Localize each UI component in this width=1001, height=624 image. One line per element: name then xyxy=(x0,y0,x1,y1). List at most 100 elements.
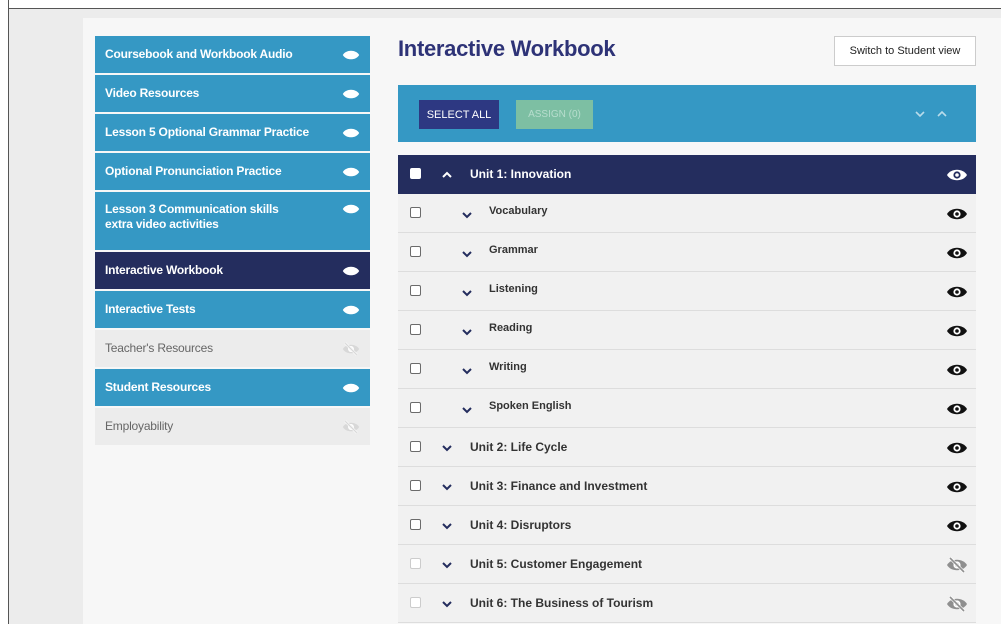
row-label: Grammar xyxy=(489,244,538,256)
row-checkbox[interactable] xyxy=(410,246,421,257)
eye-off-icon[interactable] xyxy=(342,341,360,356)
eye-icon[interactable] xyxy=(946,245,968,261)
expand-all-chevron-up-icon[interactable] xyxy=(935,107,949,121)
eye-icon[interactable] xyxy=(946,440,968,456)
sidebar-item-label: Teacher's Resources xyxy=(105,341,213,355)
window-left-edge xyxy=(0,0,9,624)
row-checkbox[interactable] xyxy=(410,519,421,530)
sidebar-item-label: Video Resources xyxy=(105,86,200,100)
row-checkbox[interactable] xyxy=(410,207,421,218)
row-label: Listening xyxy=(489,283,538,295)
eye-icon[interactable] xyxy=(946,401,968,417)
eye-icon[interactable] xyxy=(342,126,360,140)
unit-row[interactable]: Unit 6: The Business of Tourism xyxy=(398,584,976,623)
window-top-edge xyxy=(0,0,1001,9)
sidebar-item-label: Lesson 5 Optional Grammar Practice xyxy=(105,125,309,139)
row-checkbox[interactable] xyxy=(410,480,421,491)
row-checkbox[interactable] xyxy=(410,402,421,413)
chevron-down-icon[interactable] xyxy=(460,325,474,339)
sidebar-item[interactable]: Interactive Tests xyxy=(95,291,370,328)
sidebar-item[interactable]: Video Resources xyxy=(95,75,370,112)
sidebar-item[interactable]: Optional Pronunciation Practice xyxy=(95,153,370,190)
row-label: Spoken English xyxy=(489,400,572,412)
eye-off-icon[interactable] xyxy=(946,595,968,613)
chevron-down-icon[interactable] xyxy=(460,247,474,261)
sidebar-item[interactable]: Coursebook and Workbook Audio xyxy=(95,36,370,73)
row-checkbox[interactable] xyxy=(410,441,421,452)
row-label: Reading xyxy=(489,322,533,334)
eye-icon[interactable] xyxy=(946,518,968,534)
section-row[interactable]: Spoken English xyxy=(398,389,976,428)
unit-header-row[interactable]: Unit 1: Innovation xyxy=(398,155,976,194)
eye-icon[interactable] xyxy=(342,87,360,101)
row-checkbox[interactable] xyxy=(410,285,421,296)
eye-icon[interactable] xyxy=(342,48,360,62)
eye-icon[interactable] xyxy=(946,362,968,378)
eye-icon[interactable] xyxy=(342,381,360,395)
row-label: Unit 2: Life Cycle xyxy=(470,440,568,454)
switch-to-student-view-button[interactable]: Switch to Student view xyxy=(834,36,976,66)
unit-row[interactable]: Unit 5: Customer Engagement xyxy=(398,545,976,584)
chevron-down-icon[interactable] xyxy=(440,558,454,572)
section-row[interactable]: Listening xyxy=(398,272,976,311)
row-checkbox[interactable] xyxy=(410,324,421,335)
row-label: Unit 6: The Business of Tourism xyxy=(470,596,654,610)
row-label: Unit 5: Customer Engagement xyxy=(470,557,643,571)
sidebar-item-label: Interactive Tests xyxy=(105,302,196,316)
chevron-down-icon[interactable] xyxy=(460,208,474,222)
unit-row[interactable]: Unit 3: Finance and Investment xyxy=(398,467,976,506)
chevron-down-icon[interactable] xyxy=(460,364,474,378)
sidebar-item-label: Interactive Workbook xyxy=(105,263,223,277)
row-label: Writing xyxy=(489,361,527,373)
eye-icon[interactable] xyxy=(946,284,968,300)
section-row[interactable]: Writing xyxy=(398,350,976,389)
chevron-down-icon[interactable] xyxy=(440,441,454,455)
eye-icon[interactable] xyxy=(342,165,360,179)
sidebar-item[interactable]: Student Resources xyxy=(95,369,370,406)
row-checkbox[interactable] xyxy=(410,558,421,569)
chevron-down-icon[interactable] xyxy=(460,403,474,417)
row-checkbox[interactable] xyxy=(410,597,421,608)
unit-row[interactable]: Unit 2: Life Cycle xyxy=(398,428,976,467)
chevron-up-icon[interactable] xyxy=(440,168,454,182)
sidebar-item[interactable]: Employability xyxy=(95,408,370,445)
collapse-all-chevron-down-icon[interactable] xyxy=(913,107,927,121)
row-label: Unit 1: Innovation xyxy=(470,167,572,181)
chevron-down-icon[interactable] xyxy=(440,519,454,533)
section-row[interactable]: Grammar xyxy=(398,233,976,272)
row-label: Vocabulary xyxy=(489,205,548,217)
section-row[interactable]: Reading xyxy=(398,311,976,350)
row-checkbox[interactable] xyxy=(410,168,421,179)
sidebar: Coursebook and Workbook Audio Video Resou… xyxy=(95,36,370,447)
row-label: Unit 4: Disruptors xyxy=(470,518,572,532)
sidebar-item-label: Coursebook and Workbook Audio xyxy=(105,47,293,61)
sidebar-item-label: Optional Pronunciation Practice xyxy=(105,164,282,178)
eye-icon[interactable] xyxy=(342,303,360,317)
sidebar-item[interactable]: Interactive Workbook xyxy=(95,252,370,289)
eye-icon[interactable] xyxy=(946,479,968,495)
chevron-down-icon[interactable] xyxy=(460,286,474,300)
assign-button[interactable]: ASSIGN (0) xyxy=(516,100,593,129)
eye-icon[interactable] xyxy=(946,167,968,183)
sidebar-item[interactable]: Lesson 3 Communication skills extra vide… xyxy=(95,192,370,250)
eye-icon[interactable] xyxy=(342,202,360,216)
row-label: Unit 3: Finance and Investment xyxy=(470,479,648,493)
row-checkbox[interactable] xyxy=(410,363,421,374)
eye-off-icon[interactable] xyxy=(342,419,360,434)
eye-off-icon[interactable] xyxy=(946,556,968,574)
eye-icon[interactable] xyxy=(342,264,360,278)
toolbar: SELECT ALL ASSIGN (0) xyxy=(398,85,976,142)
chevron-down-icon[interactable] xyxy=(440,480,454,494)
chevron-down-icon[interactable] xyxy=(440,597,454,611)
select-all-button[interactable]: SELECT ALL xyxy=(419,100,499,129)
sidebar-item-label: Student Resources xyxy=(105,380,211,394)
unit-row[interactable]: Unit 4: Disruptors xyxy=(398,506,976,545)
sidebar-item-label: Lesson 3 Communication skills extra vide… xyxy=(105,202,279,231)
unit-list: Unit 1: Innovation Vocabulary Grammar Liste… xyxy=(398,155,976,623)
sidebar-item[interactable]: Teacher's Resources xyxy=(95,330,370,367)
eye-icon[interactable] xyxy=(946,323,968,339)
section-row[interactable]: Vocabulary xyxy=(398,194,976,233)
eye-icon[interactable] xyxy=(946,206,968,222)
page-title: Interactive Workbook xyxy=(398,36,616,61)
sidebar-item[interactable]: Lesson 5 Optional Grammar Practice xyxy=(95,114,370,151)
